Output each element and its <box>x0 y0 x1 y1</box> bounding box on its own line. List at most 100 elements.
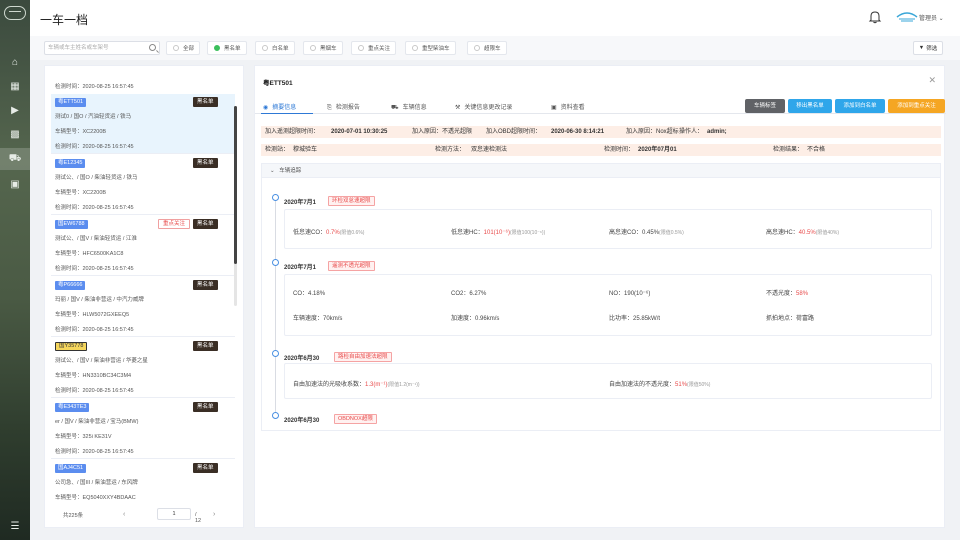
tab-report[interactable]: ⎘ 检测报告 <box>327 102 360 112</box>
station-label: 检测站： <box>265 147 290 153</box>
timeline-dot <box>272 194 279 201</box>
video-icon[interactable]: ▶ <box>0 99 30 121</box>
list-item[interactable]: 粤E343TE3 黑名单 er / 国V / 柴油非营运 / 宝马(BMW) 车… <box>51 399 235 459</box>
vehicle-owner-line: 测试公、/ 国V / 柴油非营运 / 华菱之星 <box>55 358 148 364</box>
status-badge: 黑名单 <box>193 280 218 290</box>
tab-summary[interactable]: ◉ 摘要信息 <box>263 102 296 111</box>
check-time-line: 检测时间：2020-08-25 16:57:45 <box>55 388 134 394</box>
chip-all[interactable]: 全部 <box>166 41 201 55</box>
method-label: 检测方法： <box>435 147 466 153</box>
list-item[interactable]: 国AJ4C51 黑名单 公司急、/ 国III / 柴油营运 / 东风牌 车辆型号… <box>51 460 235 501</box>
report-icon: ⎘ <box>327 105 332 111</box>
remove-blacklist-button[interactable]: 移出黑名单 <box>788 99 832 113</box>
event-card: 自由加速法的光吸收系数：1.3(m⁻¹)(限值1.2(m⁻¹)) 自由加速法的不… <box>284 363 932 399</box>
event-date: 2020年7月1 <box>284 265 317 271</box>
vehicle-owner-line: 测试公、/ 国V / 柴油轻货运 / 江淮 <box>55 236 137 242</box>
filter-bar: 车辆或车主姓名或车架号 全部 黑名单 白名单 黑烟车 重点关注 重型柴油车 超限… <box>30 36 960 60</box>
method-value: 双怠速检测法 <box>471 147 508 153</box>
home-icon[interactable]: ⌂ <box>0 51 30 73</box>
search-input[interactable]: 车辆或车主姓名或车架号 <box>44 41 160 55</box>
vehicle-model-line: 车辆型号：XC2200B <box>55 129 107 135</box>
add-focus-button[interactable]: 添加到重点关注 <box>888 99 945 113</box>
chip-focus[interactable]: 重点关注 <box>351 41 397 55</box>
filter-icon: ▼ <box>918 45 925 51</box>
vehicle-list: 检测时间：2020-08-25 16:57:45 粤ETT501 黑名单 测试0… <box>44 65 244 528</box>
list-item[interactable]: 国EW6788 重点关注 黑名单 测试公、/ 国V / 柴油轻货运 / 江淮 车… <box>51 216 235 276</box>
car-icon[interactable]: ⛟ <box>0 148 30 170</box>
add-whitelist-button[interactable]: 添加到白名单 <box>835 99 885 113</box>
timeline-line <box>275 200 276 418</box>
collapse-icon: ⌄ <box>270 168 275 174</box>
vehicle-owner-line: 公司急、/ 国III / 柴油营运 / 东风牌 <box>55 480 138 486</box>
chip-smoke[interactable]: 黑烟车 <box>303 41 343 55</box>
event-field: 车辆速度：70km/s <box>293 316 343 322</box>
user-name[interactable]: 管理员 ⌄ <box>919 13 944 22</box>
event-field: 高怠速HC：40.5%(限值40%) <box>766 230 840 236</box>
check-time-line: 检测时间：2020-08-25 16:57:45 <box>55 449 134 455</box>
list-item[interactable]: 国Y35778 黑名单 测试公、/ 国V / 柴油非营运 / 华菱之星 车辆型号… <box>51 338 235 398</box>
vehicle-model-line: 车辆型号：HN3310BC34C3M4 <box>55 373 132 379</box>
focus-badge: 重点关注 <box>158 219 191 229</box>
status-badge: 黑名单 <box>193 97 218 107</box>
vehicle-model-line: 车辆型号：325i KE31V <box>55 434 112 440</box>
plate-badge: 粤E343TE3 <box>55 403 90 412</box>
timeline-dot <box>272 259 279 266</box>
event-badge: 遥测不透光超限 <box>328 261 375 271</box>
vehicle-model-line: 车辆型号：XC2200B <box>55 190 107 196</box>
operator-value: admin; <box>707 129 727 135</box>
blacklist-info-bar: 加入遥测超限时间： 2020-07-01 10:30:25 加入原因：不透光超限… <box>261 126 941 138</box>
list-item[interactable]: 粤ETT501 黑名单 测试0 / 国O / 汽油轻货运 / 铁马 车辆型号：X… <box>51 94 235 154</box>
event-date: 2020年7月1 <box>284 200 317 206</box>
event-badge: 环检双怠速超限 <box>328 196 375 206</box>
tab-documents[interactable]: ▣ 资料查看 <box>551 102 585 111</box>
stats-icon[interactable]: ▩ <box>0 123 30 145</box>
radio-dot <box>262 45 268 51</box>
page-count: / 12 <box>195 512 202 524</box>
plate-badge: 粤ETT501 <box>55 98 87 107</box>
vehicle-owner-line: er / 国V / 柴油非营运 / 宝马(BMW) <box>55 419 139 425</box>
close-icon[interactable]: ✕ <box>928 75 936 86</box>
page-input[interactable]: 1 <box>157 508 191 520</box>
scrollbar-thumb[interactable] <box>234 106 237 264</box>
menu-icon[interactable]: ☰ <box>0 515 30 537</box>
chip-overlimit[interactable]: 超限车 <box>467 41 507 55</box>
check-time-value: 2020年07月01 <box>638 147 677 153</box>
filter-button[interactable]: ▼ 筛选 <box>913 41 943 55</box>
chip-blacklist[interactable]: 黑名单 <box>207 41 247 55</box>
status-badge: 黑名单 <box>193 463 218 473</box>
prev-page-icon[interactable]: ‹ <box>123 511 125 518</box>
profile-icon[interactable]: ▣ <box>0 173 30 195</box>
radio-dot-selected <box>214 45 220 51</box>
radio-dot <box>358 45 364 51</box>
chart-icon[interactable]: ▦ <box>0 75 30 97</box>
summary-icon: ◉ <box>263 105 269 111</box>
event-card: CO：4.18% CO2：6.27% NO：190(10⁻⁶) 不透光度：58%… <box>284 274 932 336</box>
vehicle-owner-line: 玛丽 / 国V / 柴油非营运 / 中汽力威牌 <box>55 297 144 303</box>
radio-dot <box>474 45 480 51</box>
list-item[interactable]: 粤P66666 黑名单 玛丽 / 国V / 柴油非营运 / 中汽力威牌 车辆型号… <box>51 277 235 337</box>
vehicle-tag-button[interactable]: 车辆标签 <box>745 99 785 113</box>
list-scrollbar[interactable] <box>234 106 237 306</box>
radio-dot <box>173 45 179 51</box>
tracking-header[interactable]: ⌄ 车辆追踪 <box>262 164 940 178</box>
bell-icon[interactable] <box>868 10 882 24</box>
active-tab-underline <box>261 113 313 114</box>
next-page-icon[interactable]: › <box>213 511 215 518</box>
event-field: CO2：6.27% <box>451 291 487 297</box>
avatar[interactable] <box>896 10 918 24</box>
search-icon[interactable] <box>149 44 156 51</box>
list-item[interactable]: 粤E12345 黑名单 测试公、/ 国O / 柴油轻货运 / 铁马 车辆型号：X… <box>51 155 235 215</box>
station-value: 穆城验车 <box>293 147 318 153</box>
vehicle-tracking: ⌄ 车辆追踪 2020年7月1 环检双怠速超限 低怠速CO：0.7%(限值0.6… <box>261 163 941 431</box>
app-title: 一车一档 <box>40 13 89 27</box>
event-card: 低怠速CO：0.7%(限值0.6%) 低怠速HC：101(10⁻⁶)(限值100… <box>284 209 932 249</box>
event-field: 自由加速法的不透光度：51%(限值50%) <box>609 382 711 388</box>
vehicle-owner-line: 测试公、/ 国O / 柴油轻货运 / 铁马 <box>55 175 138 181</box>
detail-title: 粤ETT501 <box>263 80 293 87</box>
chip-heavy-diesel[interactable]: 重型柴油车 <box>405 41 456 55</box>
chip-whitelist[interactable]: 白名单 <box>255 41 295 55</box>
tab-vehicle-info[interactable]: ⛟ 车辆信息 <box>391 102 427 112</box>
tab-change-log[interactable]: ⚒ 关键信息更改记录 <box>455 102 512 111</box>
event-field: 高怠速CO：0.45%(限值0.5%) <box>609 230 684 236</box>
event-date: 2020年6月30 <box>284 356 320 362</box>
